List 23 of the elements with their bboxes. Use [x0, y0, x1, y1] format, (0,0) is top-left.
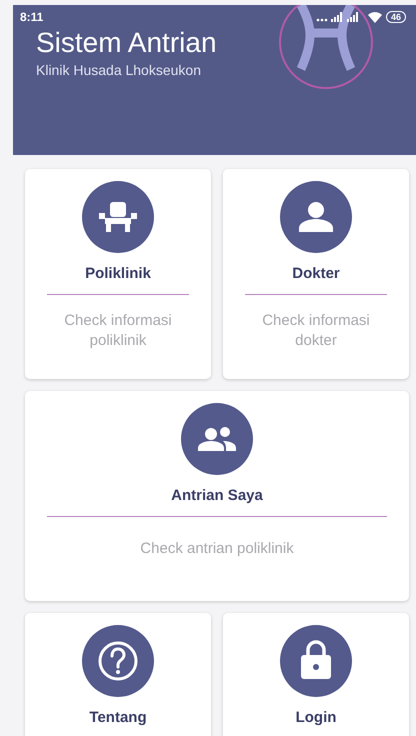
menu-card[interactable]: Antrian Saya Check antrian poliklinik — [25, 391, 409, 601]
app-subtitle: Klinik Husada Lhokseukon — [35, 62, 202, 78]
question-icon — [82, 625, 154, 697]
card-description: Check antrian poliklinik — [140, 539, 294, 559]
people-icon — [181, 403, 253, 475]
menu-card[interactable]: Login — [223, 613, 409, 736]
app-title: Sistem Antrian — [35, 27, 218, 59]
chair-icon — [82, 181, 154, 253]
card-title: Tentang — [89, 709, 147, 726]
card-description: Check informasi poliklinik — [63, 311, 173, 351]
status-time: 8:11 — [20, 10, 44, 24]
lock-icon — [280, 625, 352, 697]
wifi-icon — [368, 12, 382, 22]
battery-level: 46 — [386, 11, 406, 23]
card-title: Antrian Saya — [171, 487, 263, 504]
menu-card[interactable]: Dokter Check informasi dokter — [223, 169, 409, 379]
card-description: Check informasi dokter — [261, 311, 371, 351]
menu-card[interactable]: Poliklinik Check informasi poliklinik — [25, 169, 211, 379]
person-icon — [280, 181, 352, 253]
card-title: Login — [296, 709, 336, 726]
card-title: Poliklinik — [85, 265, 151, 282]
menu-card[interactable]: Tentang — [25, 613, 211, 736]
card-title: Dokter — [292, 265, 340, 282]
